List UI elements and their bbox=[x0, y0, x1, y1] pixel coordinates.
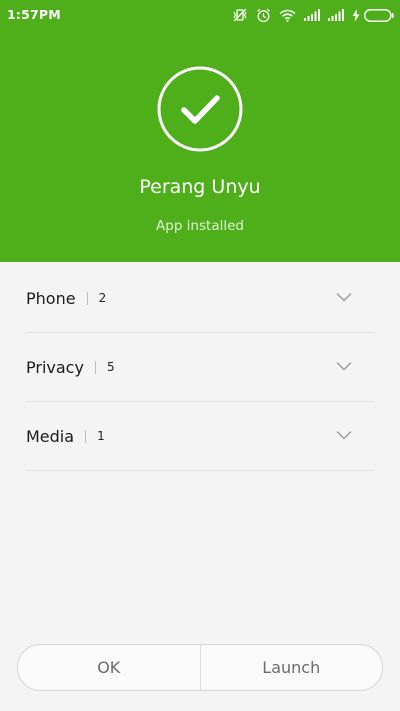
chevron-down-icon[interactable] bbox=[336, 361, 352, 371]
install-status: App installed bbox=[156, 218, 244, 234]
permission-label: Privacy bbox=[26, 357, 84, 377]
ok-button[interactable]: OK bbox=[18, 645, 200, 690]
permission-list: Phone 2 Privacy 5 Media 1 bbox=[26, 264, 374, 471]
chevron-down-icon[interactable] bbox=[336, 430, 352, 440]
signal-icon bbox=[304, 9, 320, 21]
divider bbox=[86, 291, 88, 305]
permission-label: Media bbox=[26, 426, 75, 446]
permission-label: Phone bbox=[26, 288, 76, 308]
wifi-icon bbox=[279, 9, 296, 22]
alarm-icon bbox=[256, 8, 271, 23]
permission-row-phone[interactable]: Phone 2 bbox=[26, 264, 374, 333]
permission-row-privacy[interactable]: Privacy 5 bbox=[26, 333, 374, 402]
chevron-down-icon[interactable] bbox=[336, 292, 352, 302]
action-bar: OK Launch bbox=[17, 644, 383, 691]
charging-icon bbox=[352, 8, 360, 22]
status-bar: 1:57PM bbox=[0, 0, 400, 30]
launch-button[interactable]: Launch bbox=[201, 645, 383, 690]
app-name: Perang Unyu bbox=[139, 176, 261, 198]
vibrate-off-icon bbox=[232, 8, 248, 22]
divider bbox=[94, 360, 96, 374]
install-header: 1:57PM Perang Unyu App installed bbox=[0, 0, 400, 262]
signal-icon bbox=[328, 9, 344, 21]
status-icons bbox=[224, 6, 394, 24]
divider bbox=[85, 429, 87, 443]
permission-count: 5 bbox=[106, 360, 115, 374]
permission-count: 2 bbox=[98, 291, 107, 305]
status-time: 1:57PM bbox=[7, 7, 61, 22]
battery-icon bbox=[364, 8, 394, 22]
permission-row-media[interactable]: Media 1 bbox=[26, 402, 374, 471]
permission-count: 1 bbox=[97, 429, 105, 443]
check-circle-icon bbox=[157, 66, 243, 152]
